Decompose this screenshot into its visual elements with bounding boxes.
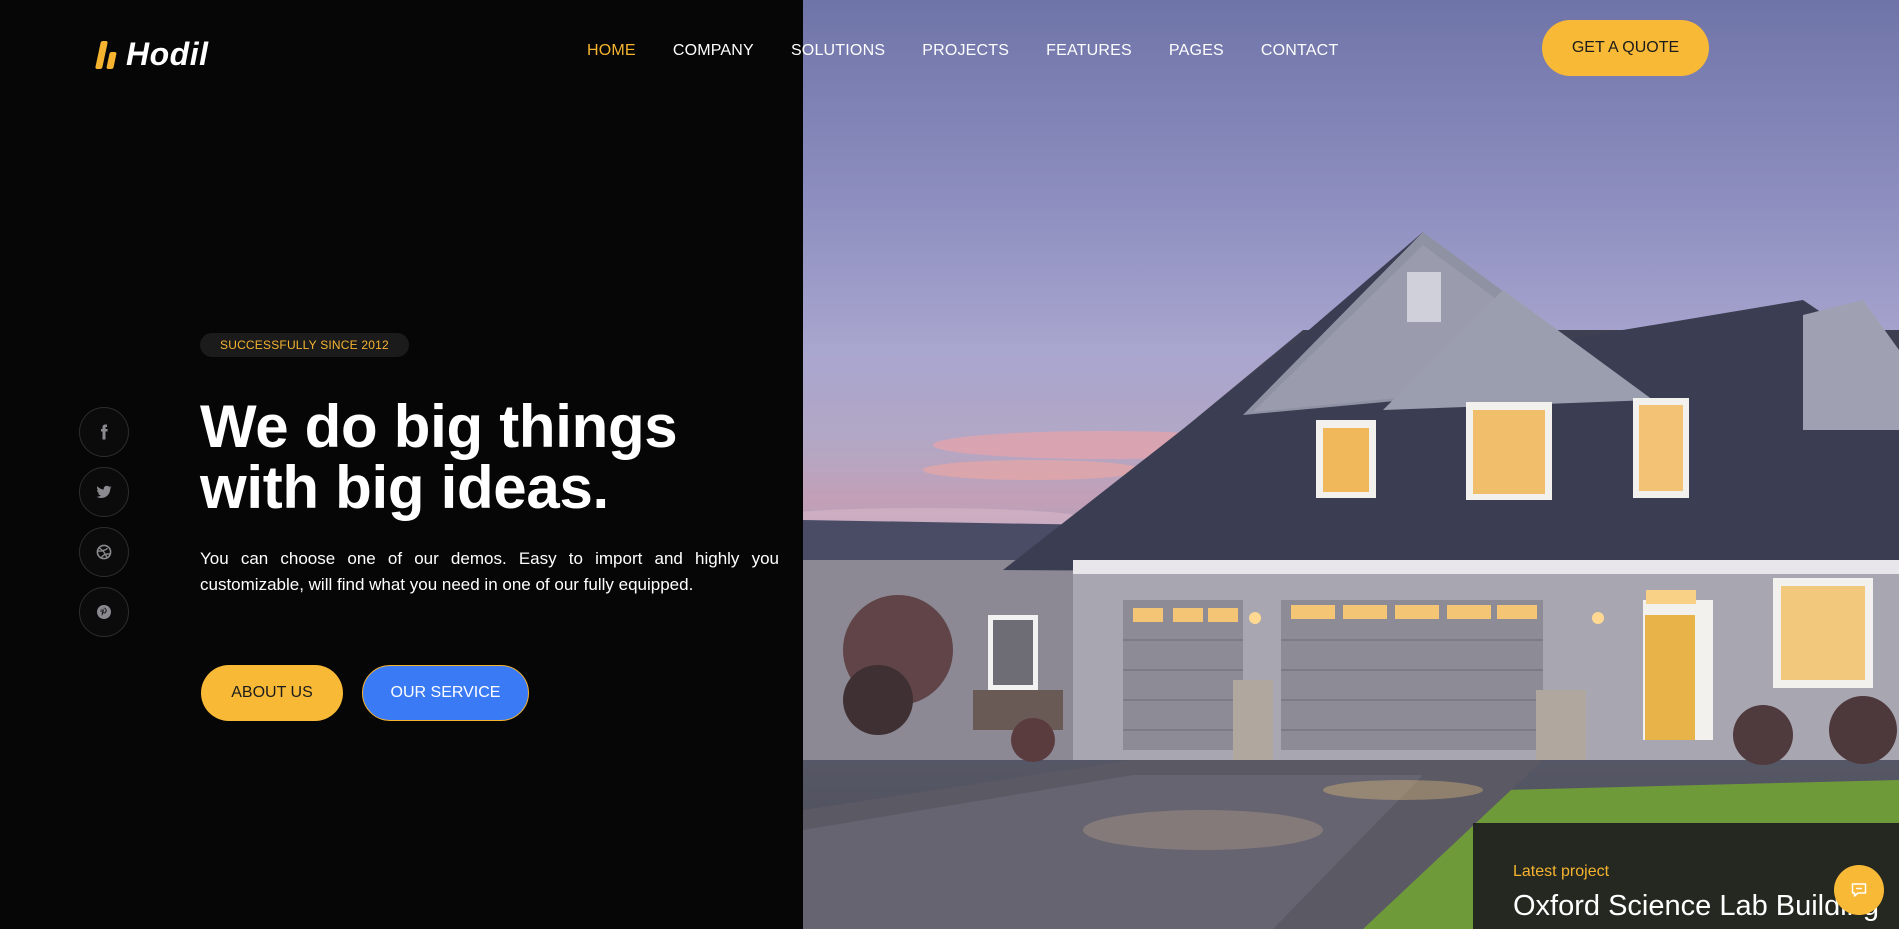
nav-item-company[interactable]: COMPANY (673, 42, 754, 60)
chat-icon (1851, 883, 1867, 897)
tagline-badge: SUCCESSFULLY SINCE 2012 (200, 333, 409, 357)
nav-item-pages[interactable]: PAGES (1169, 42, 1224, 60)
dribbble-icon (96, 544, 112, 560)
nav-item-projects[interactable]: PROJECTS (922, 42, 1009, 60)
chat-button[interactable] (1834, 865, 1884, 915)
facebook-icon (101, 424, 108, 440)
dribbble-link[interactable] (79, 527, 129, 577)
nav-item-features[interactable]: FEATURES (1046, 42, 1132, 60)
nav-item-solutions[interactable]: SOLUTIONS (791, 42, 885, 60)
facebook-link[interactable] (79, 407, 129, 457)
twitter-icon (96, 485, 112, 499)
hero-headline: We do big things with big ideas. (200, 393, 678, 521)
logo-mark-icon (94, 39, 118, 71)
our-service-button[interactable]: OUR SERVICE (362, 665, 529, 721)
about-us-button[interactable]: ABOUT US (201, 665, 343, 721)
twitter-link[interactable] (79, 467, 129, 517)
latest-project-card[interactable]: Latest project Oxford Science Lab Buildi… (1473, 823, 1899, 929)
nav-item-home[interactable]: HOME (587, 42, 636, 60)
pinterest-icon (97, 605, 111, 619)
main-nav: HOME COMPANY SOLUTIONS PROJECTS FEATURES… (587, 42, 1375, 60)
social-links (79, 407, 129, 637)
logo-text: Hodil (126, 36, 209, 72)
hero-image (803, 0, 1899, 929)
hero-lead: You can choose one of our demos. Easy to… (200, 549, 779, 594)
pinterest-link[interactable] (79, 587, 129, 637)
logo[interactable]: Hodil (94, 36, 208, 73)
nav-item-contact[interactable]: CONTACT (1261, 42, 1339, 60)
get-a-quote-button[interactable]: GET A QUOTE (1542, 20, 1709, 76)
